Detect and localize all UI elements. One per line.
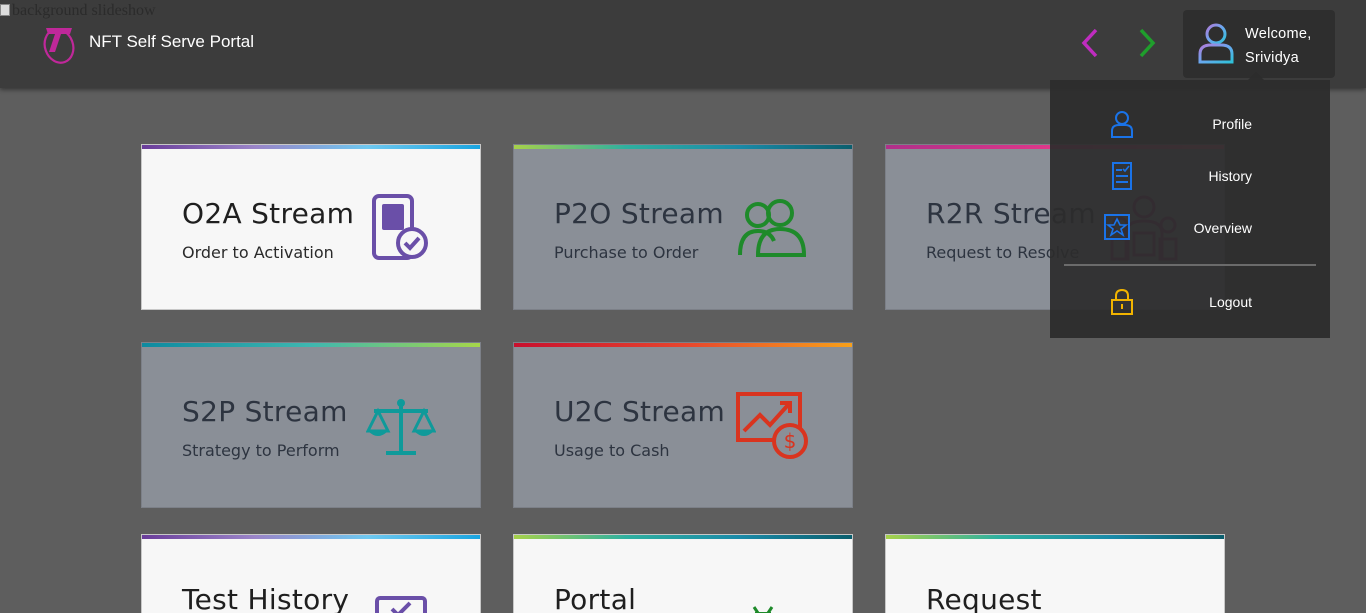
slideshow-prev-button[interactable] <box>1074 26 1108 60</box>
chart-dollar-icon: $ <box>736 392 808 459</box>
user-avatar-icon <box>1198 23 1234 64</box>
card-accent-stripe <box>142 535 480 539</box>
card-title: P2O Stream <box>554 197 724 230</box>
card-p2o-stream[interactable]: P2O Stream Purchase to Order <box>513 144 853 310</box>
mobile-check-icon <box>372 194 428 260</box>
user-dropdown-menu: Profile History Overview Logout <box>1050 72 1330 338</box>
card-accent-stripe <box>514 535 852 539</box>
card-request[interactable]: Request <box>885 534 1225 613</box>
user-icon <box>1111 111 1133 138</box>
welcome-label: Welcome, <box>1245 26 1312 42</box>
welcome-text: Welcome, Srividya <box>1245 22 1312 70</box>
user-menu-toggle[interactable]: Welcome, Srividya <box>1183 10 1335 78</box>
menu-item-profile[interactable]: Profile <box>1050 102 1330 146</box>
card-accent-stripe <box>514 343 852 347</box>
menu-item-label: Profile <box>1212 116 1252 132</box>
menu-item-logout[interactable]: Logout <box>1050 280 1330 324</box>
users-group-icon <box>738 199 807 257</box>
menu-item-label: History <box>1208 168 1252 184</box>
card-title: S2P Stream <box>182 395 348 428</box>
card-subtitle: Usage to Cash <box>554 441 670 460</box>
portal-title: NFT Self Serve Portal <box>89 32 255 51</box>
card-title: U2C Stream <box>554 395 726 428</box>
card-title: Request <box>926 583 1042 613</box>
card-subtitle: Order to Activation <box>182 243 334 262</box>
card-title: Portal <box>554 583 637 613</box>
android-icon <box>752 606 774 613</box>
top-header: NFT Self Serve Portal Welcome, Srividya <box>0 0 1366 88</box>
background-slideshow-image: background slideshow <box>0 2 156 20</box>
card-accent-stripe <box>886 535 1224 539</box>
document-check-icon <box>1112 162 1132 190</box>
card-o2a-stream[interactable]: O2A Stream Order to Activation <box>141 144 481 310</box>
card-s2p-stream[interactable]: S2P Stream Strategy to Perform <box>141 342 481 508</box>
card-subtitle: Strategy to Perform <box>182 441 340 460</box>
padlock-icon <box>1111 288 1133 315</box>
menu-item-label: Overview <box>1193 220 1252 236</box>
telstra-logo[interactable] <box>42 22 78 64</box>
checklist-icon <box>375 596 427 613</box>
svg-text:$: $ <box>784 429 797 453</box>
card-portal[interactable]: Portal <box>513 534 853 613</box>
menu-item-history[interactable]: History <box>1050 154 1330 198</box>
card-test-history[interactable]: Test History <box>141 534 481 613</box>
overview-icon <box>1104 214 1130 240</box>
card-accent-stripe <box>142 145 480 149</box>
user-name: Srividya <box>1245 50 1299 66</box>
card-title: Test History <box>182 583 350 613</box>
card-title: O2A Stream <box>182 197 355 230</box>
scales-icon <box>366 399 436 455</box>
card-accent-stripe <box>514 145 852 149</box>
menu-divider <box>1064 264 1316 266</box>
card-u2c-stream[interactable]: U2C Stream Usage to Cash $ <box>513 342 853 508</box>
menu-item-label: Logout <box>1209 294 1252 310</box>
slideshow-next-button[interactable] <box>1131 26 1165 60</box>
card-accent-stripe <box>142 343 480 347</box>
card-subtitle: Purchase to Order <box>554 243 699 262</box>
menu-item-overview[interactable]: Overview <box>1050 206 1330 250</box>
